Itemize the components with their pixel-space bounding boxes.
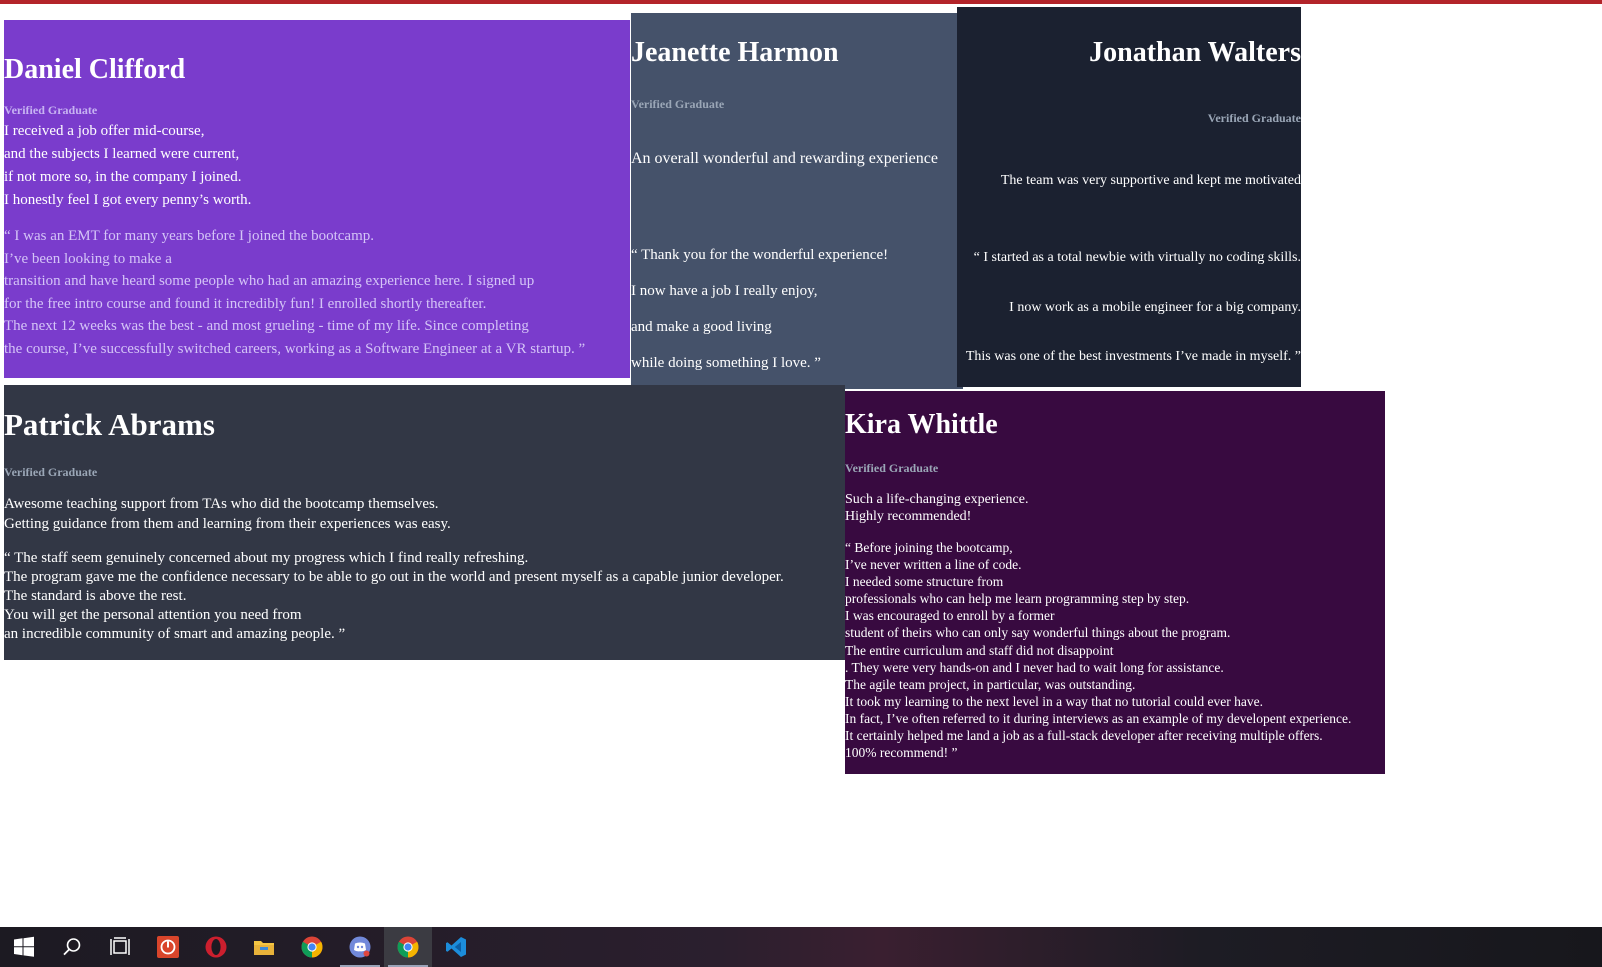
card-lead: Awesome teaching support from TAs who di… xyxy=(4,496,451,532)
taskbar-app-chrome[interactable] xyxy=(288,927,336,967)
card-name: Patrick Abrams xyxy=(4,407,215,442)
taskbar-app-power[interactable] xyxy=(144,927,192,967)
search-button[interactable] xyxy=(48,927,96,967)
windows-start-icon xyxy=(14,936,34,957)
card-quote: “ I started as a total newbie with virtu… xyxy=(965,250,1301,364)
taskbar-app-vscode[interactable] xyxy=(432,927,480,967)
card-lead: An overall wonderful and rewarding exper… xyxy=(631,150,938,167)
card-status: Verified Graduate xyxy=(4,103,98,117)
card-status: Verified Graduate xyxy=(1207,111,1301,125)
card-quote: “ I was an EMT for many years before I j… xyxy=(4,228,586,357)
card-name: Daniel Clifford xyxy=(4,54,186,85)
card-name: Kira Whittle xyxy=(845,409,998,440)
browser-top-accent-bar xyxy=(0,0,1602,4)
card-quote: “ Before joining the bootcamp, I’ve neve… xyxy=(845,540,1352,761)
file-explorer-icon xyxy=(254,941,274,955)
task-view-icon xyxy=(110,937,130,955)
testimonial-card-jonathan: Jonathan Walters Verified Graduate The t… xyxy=(957,7,1301,387)
testimonial-card-jeanette: Jeanette Harmon Verified Graduate An ove… xyxy=(631,13,963,389)
chrome-active-icon xyxy=(397,936,419,958)
chrome-icon xyxy=(301,936,323,958)
card-name: Jonathan Walters xyxy=(1089,37,1301,68)
task-view-button[interactable] xyxy=(96,927,144,967)
discord-icon xyxy=(349,936,371,958)
card-lead: I received a job offer mid-course, and t… xyxy=(4,123,252,208)
start-button[interactable] xyxy=(0,927,48,967)
windows-taskbar xyxy=(0,927,1602,967)
taskbar-app-opera[interactable] xyxy=(192,927,240,967)
taskbar-app-chrome-active[interactable] xyxy=(384,927,432,967)
card-lead: Such a life-changing experience. Highly … xyxy=(845,492,1029,524)
card-name: Jeanette Harmon xyxy=(631,37,839,68)
card-status: Verified Graduate xyxy=(845,461,939,475)
card-status: Verified Graduate xyxy=(631,97,725,111)
vscode-icon xyxy=(446,937,466,957)
testimonial-card-kira: Kira Whittle Verified Graduate Such a li… xyxy=(845,391,1385,774)
testimonial-card-daniel: Daniel Clifford Verified Graduate I rece… xyxy=(4,20,630,378)
app-power-icon xyxy=(157,936,179,958)
taskbar-app-discord[interactable] xyxy=(336,927,384,967)
card-quote: “ Thank you for the wonderful experience… xyxy=(631,247,889,371)
testimonial-card-patrick: Patrick Abrams Verified Graduate Awesome… xyxy=(4,385,845,660)
search-icon xyxy=(63,938,81,956)
opera-icon xyxy=(205,936,227,958)
taskbar-app-file-explorer[interactable] xyxy=(240,927,288,967)
card-quote: “ The staff seem genuinely concerned abo… xyxy=(4,550,784,642)
card-lead: The team was very supportive and kept me… xyxy=(1000,173,1301,188)
card-status: Verified Graduate xyxy=(4,465,98,479)
